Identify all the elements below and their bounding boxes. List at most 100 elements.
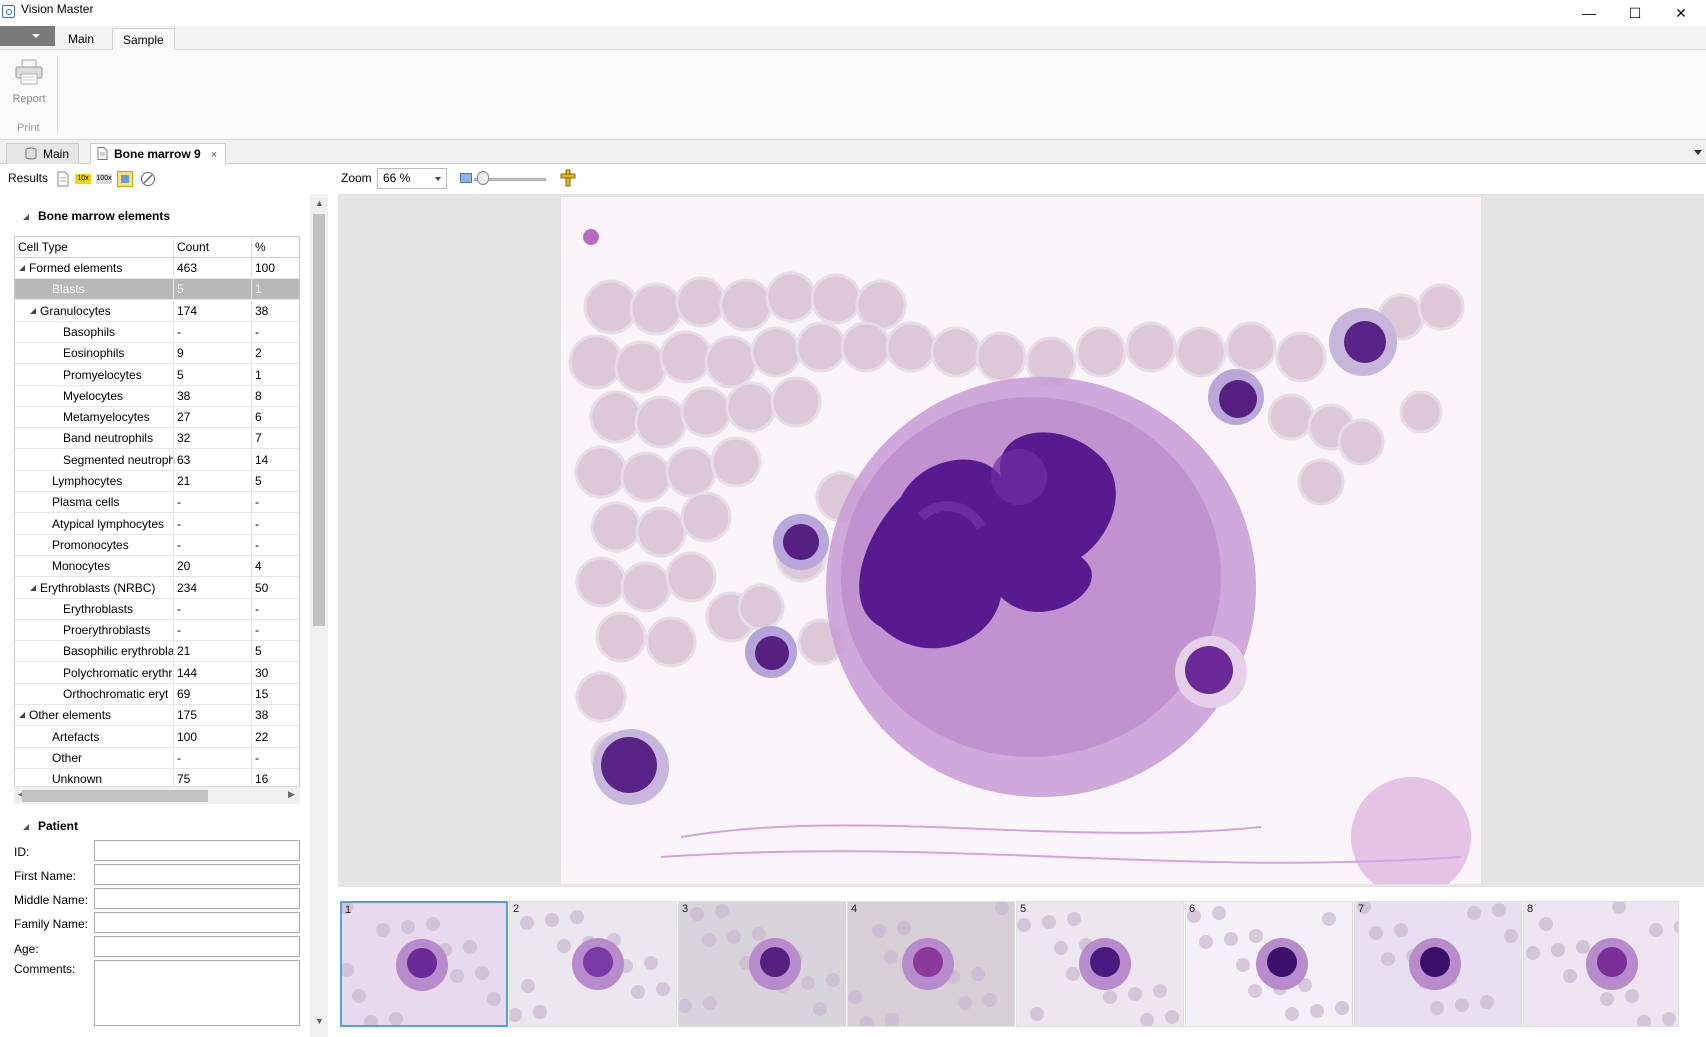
print-group-label: Print bbox=[17, 122, 40, 134]
scroll-down-icon[interactable]: ▼ bbox=[315, 1016, 324, 1026]
comments-field[interactable] bbox=[94, 960, 300, 1026]
expand-toggle-icon[interactable] bbox=[30, 584, 36, 591]
bone-marrow-section-title[interactable]: Bone marrow elements bbox=[22, 209, 170, 223]
image-viewer[interactable] bbox=[338, 194, 1704, 887]
objective-100x-icon[interactable]: 100x bbox=[96, 174, 112, 184]
table-horizontal-scrollbar[interactable]: ◀ ▶ bbox=[14, 786, 300, 804]
table-row[interactable]: Promonocytes - - bbox=[15, 534, 299, 556]
cell-type-name: Unknown bbox=[52, 772, 103, 787]
report-button[interactable]: Report bbox=[6, 54, 52, 110]
image-thumbnail[interactable]: 6 bbox=[1185, 901, 1353, 1027]
table-row[interactable]: Plasma cells - - bbox=[15, 492, 299, 514]
cell-type-name: Other elements bbox=[29, 708, 112, 723]
cell-count: - bbox=[173, 492, 251, 513]
table-row[interactable]: Basophilic erythrobla 21 5 bbox=[15, 641, 299, 663]
column-header-percent[interactable]: % bbox=[251, 237, 299, 257]
cell-percent: - bbox=[251, 620, 299, 641]
vertical-scroll-thumb[interactable] bbox=[313, 214, 325, 626]
table-row[interactable]: Polychromatic erythr 144 30 bbox=[15, 662, 299, 684]
scroll-right-icon[interactable]: ▶ bbox=[288, 789, 295, 800]
table-row[interactable]: Formed elements 463 100 bbox=[15, 258, 299, 279]
image-thumbnail[interactable]: 5 bbox=[1016, 901, 1184, 1027]
microscopy-image[interactable] bbox=[561, 197, 1481, 884]
image-thumbnail[interactable]: 3 bbox=[678, 901, 846, 1027]
table-row[interactable]: Granulocytes 174 38 bbox=[15, 300, 299, 322]
compass-icon[interactable] bbox=[140, 171, 156, 187]
close-button[interactable]: ✕ bbox=[1658, 2, 1704, 24]
left-panel-vertical-scrollbar[interactable]: ▲ ▼ bbox=[310, 194, 328, 1037]
minimize-button[interactable]: — bbox=[1566, 2, 1612, 24]
cell-count: - bbox=[173, 598, 251, 619]
middle-name-field[interactable] bbox=[94, 888, 300, 909]
cell-percent: 50 bbox=[251, 577, 299, 598]
image-thumbnail[interactable]: 1 bbox=[340, 901, 508, 1027]
cell-type-name: Plasma cells bbox=[52, 495, 120, 510]
table-row[interactable]: Basophils - - bbox=[15, 321, 299, 343]
results-label: Results bbox=[8, 171, 49, 185]
table-row[interactable]: Atypical lymphocytes - - bbox=[15, 513, 299, 535]
expand-toggle-icon[interactable] bbox=[30, 307, 36, 314]
image-thumbnail[interactable]: 2 bbox=[509, 901, 677, 1027]
table-row[interactable]: Myelocytes 38 8 bbox=[15, 385, 299, 407]
table-row[interactable]: Lymphocytes 21 5 bbox=[15, 471, 299, 492]
doc-tab-bone-marrow[interactable]: Bone marrow 9 × bbox=[90, 143, 226, 164]
patient-section-title[interactable]: Patient bbox=[22, 819, 78, 833]
cell-type-name: Orthochromatic eryt bbox=[63, 687, 169, 701]
tab-close-icon[interactable]: × bbox=[211, 149, 217, 161]
age-field[interactable] bbox=[94, 936, 300, 957]
cell-type-name: Granulocytes bbox=[40, 303, 111, 318]
cell-count: - bbox=[173, 513, 251, 534]
cell-type-name: Polychromatic erythr bbox=[63, 665, 173, 680]
image-view-icon[interactable] bbox=[117, 171, 133, 187]
patient-id-field[interactable] bbox=[94, 840, 300, 861]
table-row[interactable]: Erythroblasts - - bbox=[15, 598, 299, 620]
family-name-field[interactable] bbox=[94, 912, 300, 933]
table-row[interactable]: Artefacts 100 22 bbox=[15, 726, 299, 748]
column-header-cell-type[interactable]: Cell Type bbox=[18, 240, 176, 254]
scroll-up-icon[interactable]: ▲ bbox=[315, 198, 324, 208]
column-header-count[interactable]: Count bbox=[173, 237, 251, 257]
cell-count: 5 bbox=[173, 364, 251, 385]
table-row[interactable]: Segmented neutroph 63 14 bbox=[15, 449, 299, 471]
cell-count: 27 bbox=[173, 407, 251, 428]
expand-toggle-icon[interactable] bbox=[19, 712, 25, 719]
file-menu-button[interactable] bbox=[0, 26, 55, 46]
table-row[interactable]: Monocytes 20 4 bbox=[15, 556, 299, 578]
table-row[interactable]: Promyelocytes 5 1 bbox=[15, 364, 299, 386]
title-bar: Vision Master — ☐ ✕ bbox=[0, 0, 1706, 26]
horizontal-scroll-thumb[interactable] bbox=[22, 790, 208, 802]
image-thumbnail[interactable]: 4 bbox=[847, 901, 1015, 1027]
cell-type-name: Metamyelocytes bbox=[63, 410, 150, 425]
expand-toggle-icon[interactable] bbox=[19, 265, 25, 271]
cell-percent: 2 bbox=[251, 343, 299, 364]
report-sheet-icon[interactable] bbox=[55, 171, 71, 187]
table-row[interactable]: Metamyelocytes 27 6 bbox=[15, 407, 299, 429]
cell-count: 21 bbox=[173, 641, 251, 662]
doc-tab-main-label: Main bbox=[43, 147, 70, 161]
doc-tab-main[interactable]: Main bbox=[6, 143, 79, 164]
maximize-button[interactable]: ☐ bbox=[1612, 2, 1658, 24]
cell-percent: 1 bbox=[251, 364, 299, 385]
image-thumbnail[interactable]: 8 bbox=[1523, 901, 1679, 1027]
zoom-select[interactable]: 66 % bbox=[377, 168, 447, 189]
ribbon-tab-sample[interactable]: Sample bbox=[112, 28, 175, 50]
table-row[interactable]: Other elements 175 38 bbox=[15, 705, 299, 727]
crosshair-icon[interactable] bbox=[559, 169, 577, 187]
fit-view-icon[interactable] bbox=[460, 173, 472, 183]
image-thumbnail[interactable]: 7 bbox=[1354, 901, 1522, 1027]
table-row[interactable]: Proerythroblasts - - bbox=[15, 620, 299, 642]
ribbon-tab-main[interactable]: Main bbox=[58, 28, 104, 50]
table-row[interactable]: Eosinophils 9 2 bbox=[15, 343, 299, 365]
table-row[interactable]: Orthochromatic eryt 69 15 bbox=[15, 684, 299, 705]
cell-count: 144 bbox=[173, 662, 251, 683]
table-row[interactable]: Band neutrophils 32 7 bbox=[15, 428, 299, 450]
cell-percent: 6 bbox=[251, 407, 299, 428]
table-row[interactable]: Other - - bbox=[15, 747, 299, 769]
table-row[interactable]: Erythroblasts (NRBC) 234 50 bbox=[15, 577, 299, 599]
table-row[interactable]: Blasts 5 1 bbox=[15, 279, 299, 301]
objective-10x-icon[interactable]: 10x bbox=[75, 174, 91, 184]
first-name-field[interactable] bbox=[94, 864, 300, 885]
cell-count: 63 bbox=[173, 449, 251, 470]
zoom-slider-thumb[interactable] bbox=[476, 171, 489, 185]
tab-list-dropdown-icon[interactable] bbox=[1694, 150, 1702, 155]
